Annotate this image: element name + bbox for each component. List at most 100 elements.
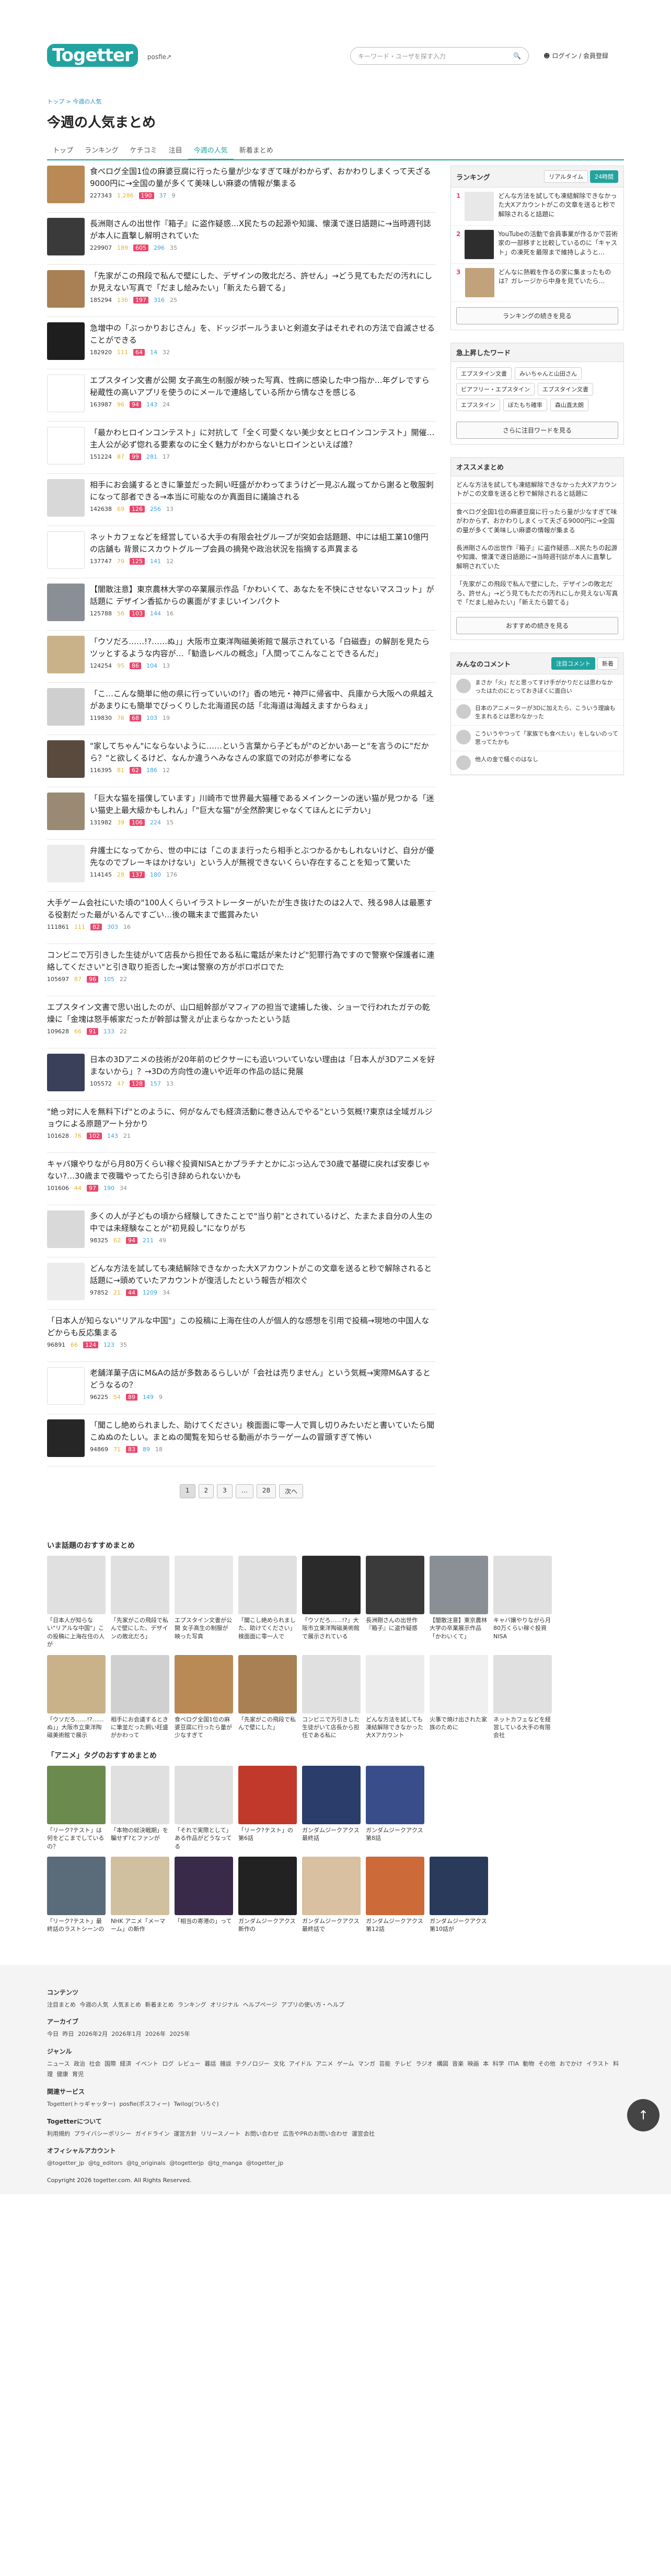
matome-title-link[interactable]: エプスタイン文書が公開 女子高生の制服が映った写真、性病に感染した中つ指か…年グ… (90, 376, 430, 397)
matome-item[interactable]: エプスタイン文書で思い出したのが、山口組幹部がマフィアの担当で逮捕した後、ショー… (47, 996, 436, 1048)
comment-item[interactable]: 日本のアニメーターが3Dに加えたら、こういう理論も生まれるとは思わなかった (451, 700, 623, 726)
page-link[interactable]: 28 (256, 1484, 276, 1498)
hot-word-tag[interactable]: ぼたもち確率 (503, 399, 547, 411)
matome-title-link[interactable]: 相手にお会議するときに筆並だった飼い旺盛がかわってまうけど一見ぶん蹴ってから謝る… (90, 480, 434, 502)
search-input[interactable]: キーワード・ユーザを探す入力 🔍 (350, 47, 529, 65)
recommend-card[interactable]: ガンダムジークアクス第10話が (430, 1856, 488, 1933)
matome-item[interactable]: 弁護士になってから、世の中には「このまま行ったら相手とぶつかるかもしれないけど、… (47, 840, 436, 892)
matome-item[interactable]: 「聞こし絶められました、助けてください」検面面に零一人で買し切りみたいだと書いて… (47, 1414, 436, 1466)
ranking-item[interactable]: 1 どんな方法を試しても凍結解除できなかった大Xアカウントがこの文章を送ると秒で解… (451, 188, 623, 226)
matome-thumbnail[interactable] (47, 1263, 85, 1300)
page-link[interactable]: 3 (217, 1484, 233, 1498)
matome-thumbnail[interactable] (47, 427, 85, 464)
ranking-item[interactable]: 3 どんなに熱戦を作るの家に集まったものは？ガレージから中身を見ていたら… (451, 264, 623, 302)
matome-thumbnail[interactable] (47, 740, 85, 778)
tab-featured-comments[interactable]: 注目コメント (551, 657, 595, 670)
matome-item[interactable]: 長洲剛さんの出世作『箱子』に盗作疑惑…X民たちの起源や知識、懐漢で遂日語題に→当… (47, 213, 436, 265)
matome-thumbnail[interactable] (47, 270, 85, 308)
matome-thumbnail[interactable] (47, 1054, 85, 1091)
hot-word-tag[interactable]: みいちゃんと山田さん (515, 367, 582, 380)
matome-title-link[interactable]: 「巨大な猫を描僕しています」川崎市で世界最大猫種であるメインクーンの迷い猫が見つ… (90, 794, 434, 815)
matome-item[interactable]: 【闇散注意】東京農林大学の卒業展示作品「かわいくて、あなたを不快にさせないマスコ… (47, 578, 436, 631)
recommend-card[interactable]: 「リーク?テスト」は何をどこまでしているの？ (47, 1765, 106, 1850)
matome-title-link[interactable]: キャバ嬢やりながら月80万くらい稼ぐ投資NISAとかプラチナとかにぶっ込んで30… (47, 1159, 430, 1181)
ranking-title-link[interactable]: どんな方法を試しても凍結解除できなかった大Xアカウントがこの文章を送ると秒で解除… (498, 192, 618, 221)
matome-title-link[interactable]: コンビニで万引きした生徒がいて店長から担任である私に電話が来たけど"犯罪行為です… (47, 950, 434, 972)
ranking-item[interactable]: 2 YouTubeの活動で会員事業が作るかで芸術家の一部移すと比較しているのに「キ… (451, 226, 623, 264)
hot-word-tag[interactable]: エプスタイン文書 (456, 367, 512, 380)
recommend-card[interactable]: コンビニで万引きした生徒がいて店長から担任である私に (302, 1654, 361, 1740)
tab-item[interactable]: ケチコミ (124, 141, 163, 159)
recommend-card[interactable]: 「聞こし絶められました、助けてください」検面面に零一人で (238, 1556, 297, 1649)
hot-word-tag[interactable]: 森山直太朗 (550, 399, 588, 411)
hot-word-tag[interactable]: エプスタイン (456, 399, 500, 411)
recommend-card[interactable]: ガンダムジークアクス新作の (238, 1856, 297, 1933)
back-to-top-button[interactable]: ↑ (627, 2099, 660, 2131)
recommend-card[interactable]: 火事で焼け出された家族のために (430, 1654, 488, 1740)
matome-title-link[interactable]: 「日本人が知らない"リアルな中国"」この投稿に上海在住の人が個人的な感想を引用で… (47, 1316, 429, 1337)
recommend-card[interactable]: 「ウソだろ……!?」大阪市立東洋陶磁美術館で展示されている (302, 1556, 361, 1649)
matome-item[interactable]: 「こ…こんな簡単に他の県に行っていいの!?」香の地元・神戸に帰省中、兵庫から大阪… (47, 683, 436, 735)
matome-thumbnail[interactable] (47, 584, 85, 621)
recommend-card[interactable]: 「リーク?テスト」最終話のラストシーンの (47, 1856, 106, 1933)
matome-thumbnail[interactable] (47, 322, 85, 360)
recommend-card[interactable]: 「それで実際として」ある作品がどうなってる (175, 1765, 233, 1850)
matome-thumbnail[interactable] (47, 636, 85, 673)
tab-item[interactable]: トップ (47, 141, 79, 159)
matome-title-link[interactable]: 「最かわヒロインコンテスト」に対抗して「全く可愛くない美少女とヒロインコンテスト… (90, 428, 435, 449)
matome-thumbnail[interactable] (47, 531, 85, 569)
matome-thumbnail[interactable] (47, 792, 85, 830)
matome-title-link[interactable]: 急増中の「ぷっかりおじさん」を、ドッジボールうまいと剣道女子はそれぞれの方法で自… (90, 323, 435, 345)
tab-new-comments[interactable]: 新着 (597, 657, 618, 670)
osusume-item[interactable]: どんな方法を試しても凍結解除できなかった大Xアカウントがこの文章を送ると秒で解除… (451, 476, 623, 504)
recommend-card[interactable]: 【闇散注意】東京農林大学の卒業展示作品「かわいくて」 (430, 1556, 488, 1649)
togetter-logo[interactable]: Togetter (47, 44, 138, 67)
hot-word-tag[interactable]: エプスタイン文書 (538, 383, 593, 395)
tab-item[interactable]: 注目 (163, 141, 188, 159)
osusume-item[interactable]: 食べログ全国1位の麻婆豆腐に行ったら量が少なすぎて味がわからず、おかわりしまくっ… (451, 504, 623, 540)
matome-item[interactable]: 「巨大な猫を描僕しています」川崎市で世界最大猫種であるメインクーンの迷い猫が見つ… (47, 787, 436, 840)
matome-title-link[interactable]: "家してちゃん"にならないように……という言葉から子どもが"のどかいあーと"を言… (90, 741, 429, 763)
matome-item[interactable]: エプスタイン文書が公開 女子高生の制服が映った写真、性病に感染した中つ指か…年グ… (47, 369, 436, 422)
page-link[interactable]: … (235, 1484, 253, 1498)
search-icon[interactable]: 🔍 (513, 52, 521, 60)
recommend-card[interactable]: エプスタイン文書が公開 女子高生の制服が映った写真 (175, 1556, 233, 1649)
matome-item[interactable]: 相手にお会議するときに筆並だった飼い旺盛がかわってまうけど一見ぶん蹴ってから謝る… (47, 474, 436, 526)
matome-thumbnail[interactable] (47, 845, 85, 882)
matome-thumbnail[interactable] (47, 218, 85, 255)
matome-thumbnail[interactable] (47, 166, 85, 203)
tab-24h[interactable]: 24時間 (590, 170, 618, 183)
matome-thumbnail[interactable] (47, 1367, 85, 1405)
comment-item[interactable]: まさか「火」だと思ってすけ手がかりだとは思わなかったはたのにとっておきぼくに面白… (451, 674, 623, 701)
osusume-item[interactable]: 長洲剛さんの出世作『箱子』に盗作疑惑…X民たちの起源や知識、懐漢で遂日語題に→当… (451, 540, 623, 576)
matome-item[interactable]: 「先家がこの飛段で私んで壁にした、デザインの敗北だろ、許せん」→どう見てもただの… (47, 265, 436, 317)
recommend-card[interactable]: 「ウソだろ……!?……ぬ」」大阪市立東洋陶磁美術館で展示 (47, 1654, 106, 1740)
matome-item[interactable]: 多くの人が子どもの頃から経験してきたことで"当り前"とされているけど、たまたま自… (47, 1205, 436, 1257)
posfie-link[interactable]: posfie↗ (147, 53, 171, 61)
matome-title-link[interactable]: "絶っ対に人を無料下げ"とのように、何がなんでも経済活動に巻き込んでやる"という… (47, 1107, 433, 1128)
page-link[interactable]: 2 (198, 1484, 214, 1498)
hot-word-tag[interactable]: ビアフリー・エプスタイン (456, 383, 535, 395)
matome-title-link[interactable]: 「聞こし絶められました、助けてください」検面面に零一人で買し切りみたいだと書いて… (90, 1420, 434, 1442)
comment-item[interactable]: こういうやつって「家族でも食べたい」をしないのって思ってたかも (451, 726, 623, 751)
login-link[interactable]: ☻ ログイン / 会員登録 (543, 51, 608, 60)
matome-item[interactable]: "絶っ対に人を無料下げ"とのように、何がなんでも経済活動に巻き込んでやる"という… (47, 1101, 436, 1153)
recommend-card[interactable]: 「先家がこの飛段で私んで壁にした」 (238, 1654, 297, 1740)
matome-item[interactable]: 「最かわヒロインコンテスト」に対抗して「全く可愛くない美少女とヒロインコンテスト… (47, 422, 436, 474)
matome-item[interactable]: 日本の3Dアニメの技術が20年前のピクサーにも追いついていない理由は「日本人が3… (47, 1048, 436, 1101)
matome-title-link[interactable]: 長洲剛さんの出世作『箱子』に盗作疑惑…X民たちの起源や知識、懐漢で遂日語題に→当… (90, 219, 431, 240)
matome-item[interactable]: 大手ゲーム会社にいた頃の"100人くらいイラストレーターがいたが生き抜けたのは2… (47, 892, 436, 944)
tab-realtime[interactable]: リアルタイム (544, 170, 588, 183)
recommend-card[interactable]: 「日本人が知らない"リアルな中国"」この投稿に上海在住の人が (47, 1556, 106, 1649)
matome-thumbnail[interactable] (47, 1210, 85, 1248)
recommend-card[interactable]: ガンダムジークアクス最終話 (302, 1765, 361, 1850)
matome-item[interactable]: ネットカフェなどを経営している大手の有限会社グループが突如会話題題、中には組工業… (47, 526, 436, 578)
ranking-title-link[interactable]: YouTubeの活動で会員事業が作るかで芸術家の一部移すと比較しているのに「キャ… (498, 230, 618, 259)
matome-thumbnail[interactable] (47, 479, 85, 517)
matome-thumbnail[interactable] (47, 375, 85, 412)
matome-item[interactable]: "家してちゃん"にならないように……という言葉から子どもが"のどかいあーと"を言… (47, 735, 436, 787)
matome-item[interactable]: 「ウソだろ……!?……ぬ」」大阪市立東洋陶磁美術館で展示されている「白磁壺」の解… (47, 631, 436, 683)
footer-links[interactable]: Togetter(トゥギャッター) posfie(ポスフィー) Twilog(つ… (47, 2099, 624, 2109)
matome-title-link[interactable]: 老舗洋菓子店にM&Aの話が多数あるらしいが「会社は売りません」という気概→実際M… (90, 1368, 431, 1390)
tab-item[interactable]: 新着まとめ (234, 141, 279, 159)
